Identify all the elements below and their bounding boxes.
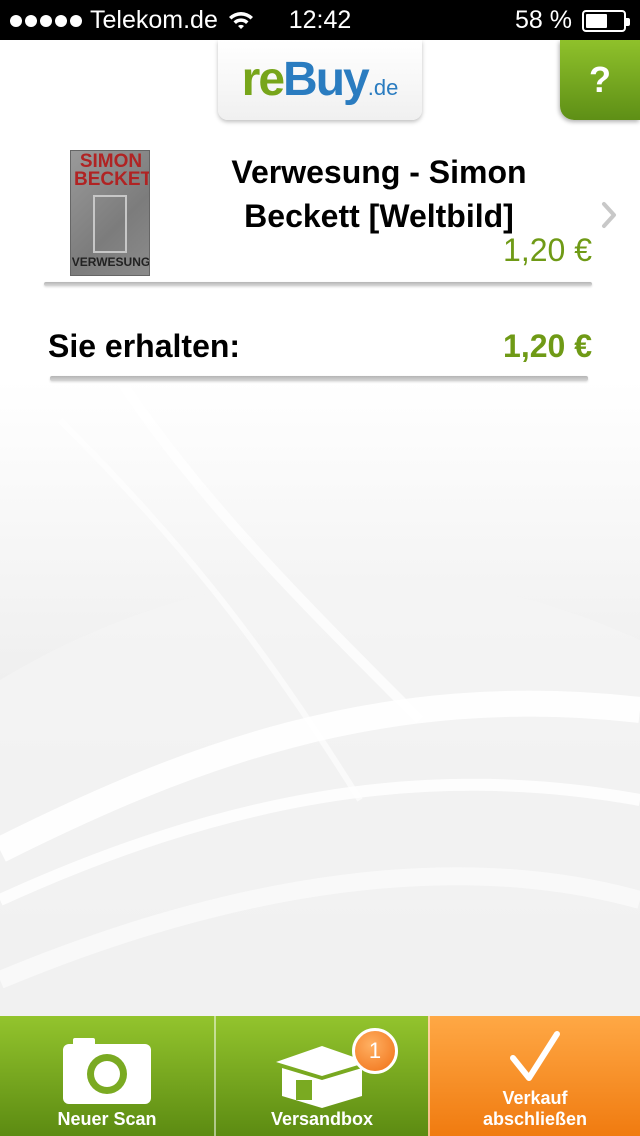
- product-title: Verwesung - Simon Beckett [Weltbild]: [231, 154, 527, 234]
- battery-percentage: 58 %: [515, 6, 572, 34]
- product-row[interactable]: SIMON BECKETT VERWESUNG Verwesung - Simo…: [44, 140, 620, 288]
- battery-icon: [582, 9, 630, 32]
- cover-author: SIMON BECKETT: [74, 151, 149, 190]
- rebuy-logo: reBuy.de: [241, 53, 399, 106]
- checkmark-icon: [510, 1031, 560, 1081]
- product-divider: [44, 282, 592, 286]
- logo-tab: reBuy.de: [218, 40, 422, 120]
- status-bar: Telekom.de 12:42 58 %: [0, 0, 640, 40]
- tab-checkout[interactable]: Verkauf abschließen: [428, 1016, 640, 1136]
- background-waves: [0, 380, 640, 1020]
- total-divider: [50, 376, 588, 381]
- chevron-right-icon: [602, 202, 616, 228]
- tab-new-scan[interactable]: Neuer Scan: [0, 1016, 214, 1136]
- status-right: 58 %: [515, 6, 630, 35]
- camera-icon: [63, 1038, 151, 1104]
- tab-bar: Neuer Scan 1 Versandbox Verkauf abschlie…: [0, 1016, 640, 1136]
- product-price: 1,20 €: [503, 232, 592, 268]
- versandbox-badge: 1: [352, 1028, 398, 1074]
- cover-title: VERWESUNG: [71, 255, 150, 269]
- book-cover-image: SIMON BECKETT VERWESUNG: [70, 150, 150, 276]
- tab-new-scan-label: Neuer Scan: [57, 1109, 157, 1129]
- tab-versandbox-label: Versandbox: [270, 1109, 374, 1129]
- tab-checkout-label: Verkauf abschließen: [482, 1088, 588, 1129]
- total-label: Sie erhalten:: [48, 328, 241, 364]
- battery-fill: [586, 13, 607, 28]
- help-button[interactable]: ?: [560, 40, 640, 120]
- cover-figure: [93, 195, 127, 253]
- total-value: 1,20 €: [503, 328, 592, 364]
- tab-versandbox[interactable]: 1 Versandbox: [214, 1016, 428, 1136]
